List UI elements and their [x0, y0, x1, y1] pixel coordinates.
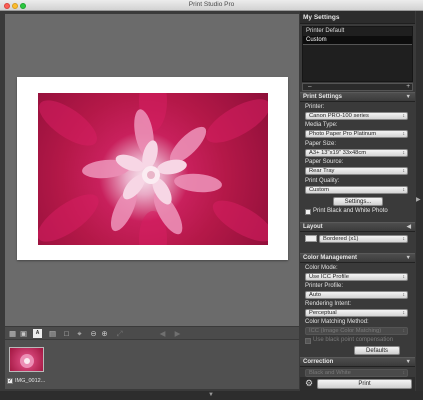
- dahlia-photo: [38, 93, 268, 245]
- prev-icon[interactable]: ◀: [158, 329, 167, 338]
- layout-select[interactable]: Bordered (x1) ↕: [319, 235, 408, 243]
- thumbnail[interactable]: [9, 347, 44, 372]
- window-title: Print Studio Pro: [188, 1, 235, 8]
- select-arrow-icon: ↕: [402, 131, 406, 137]
- select-arrow-icon: ↕: [402, 187, 406, 193]
- section-toggle-icon: ◀: [406, 224, 411, 230]
- select-arrow-icon: ↕: [402, 236, 406, 242]
- print-quality-select[interactable]: Custom ↕: [305, 186, 408, 194]
- color-matching-select[interactable]: ICC (Image Color Matching) ↕: [305, 327, 408, 335]
- print-button[interactable]: Print: [317, 379, 412, 389]
- color-management-header[interactable]: Color Management ▼: [300, 253, 415, 263]
- select-arrow-icon: ↕: [402, 328, 406, 334]
- thumbnail-checkbox[interactable]: ✓: [7, 378, 13, 384]
- print-bar: ⚙ Print: [300, 377, 415, 391]
- media-type-value: Photo Paper Pro Platinum: [309, 131, 377, 137]
- color-mode-value: Use ICC Profile: [309, 274, 349, 280]
- bpc-label: Use black point compensation: [313, 337, 394, 343]
- correction-select[interactable]: Black and White ↕: [305, 369, 408, 377]
- rendering-intent-label: Rendering Intent:: [305, 301, 352, 307]
- section-toggle-icon: ▼: [405, 94, 411, 100]
- correction-value: Black and White: [309, 370, 351, 376]
- bpc-checkbox[interactable]: [305, 338, 311, 344]
- my-settings-item-selected[interactable]: Custom: [303, 36, 412, 45]
- select-arrow-icon: ↕: [402, 370, 406, 376]
- select-arrow-icon: ↕: [402, 168, 406, 174]
- print-quality-label: Print Quality:: [305, 178, 340, 184]
- section-toggle-icon: ▼: [405, 255, 411, 261]
- select-arrow-icon: ↕: [402, 274, 406, 280]
- paper-size-label: Paper Size:: [305, 141, 337, 147]
- color-mode-select[interactable]: Use ICC Profile ↕: [305, 273, 408, 281]
- my-settings-controls: – +: [302, 83, 413, 91]
- rendering-intent-select[interactable]: Perceptual ↕: [305, 309, 408, 317]
- grid-view-icon[interactable]: ▦: [8, 329, 17, 338]
- expand-icon[interactable]: ⤢: [115, 329, 124, 338]
- a-text-icon[interactable]: A: [33, 328, 42, 338]
- paper-size-value: A3+ 13"x19" 33x48cm: [309, 150, 367, 156]
- layout-value: Bordered (x1): [323, 236, 359, 242]
- bw-photo-label: Print Black and White Photo: [313, 208, 388, 214]
- correction-title: Correction: [303, 359, 334, 365]
- add-setting-button[interactable]: +: [406, 83, 410, 90]
- printer-profile-value: Auto: [309, 292, 321, 298]
- next-icon[interactable]: ▶: [173, 329, 182, 338]
- thumbnail-label: IMG_0012...: [15, 378, 46, 384]
- bottom-bar: ▼: [0, 391, 423, 400]
- color-mode-label: Color Mode:: [305, 265, 338, 271]
- paper-source-select[interactable]: Rear Tray ↕: [305, 167, 408, 175]
- my-settings-list[interactable]: Printer Default Custom: [302, 26, 413, 82]
- color-management-title: Color Management: [303, 255, 358, 261]
- preview-toolbar: ▦ ▣ A ▤ □ ⌖ ⊖ ⊕ ⤢ ◀ ▶: [5, 327, 299, 339]
- defaults-button[interactable]: Defaults: [354, 346, 400, 355]
- chevron-down-icon[interactable]: ▼: [208, 392, 214, 398]
- bw-photo-checkbox[interactable]: [305, 209, 311, 215]
- settings-panel: My Settings Printer Default Custom – + P…: [300, 11, 415, 391]
- correction-header[interactable]: Correction ▼: [300, 357, 415, 367]
- zoom-in-icon[interactable]: ⊕: [100, 329, 109, 338]
- crop-icon[interactable]: □: [62, 329, 71, 338]
- remove-setting-button[interactable]: –: [308, 83, 312, 90]
- select-arrow-icon: ↕: [402, 113, 406, 119]
- image-icon[interactable]: ▤: [48, 329, 57, 338]
- layout-thumbnail-icon: [305, 235, 317, 242]
- settings-button[interactable]: Settings...: [333, 197, 383, 206]
- my-settings-header: My Settings: [300, 11, 415, 24]
- layout-title: Layout: [303, 224, 323, 230]
- paper-source-label: Paper Source:: [305, 159, 344, 165]
- zoom-out-icon[interactable]: ⊖: [89, 329, 98, 338]
- color-matching-value: ICC (Image Color Matching): [309, 328, 382, 334]
- select-arrow-icon: ↕: [402, 292, 406, 298]
- printer-label: Printer:: [305, 104, 325, 110]
- media-type-label: Media Type:: [305, 122, 338, 128]
- color-matching-label: Color Matching Method:: [305, 319, 369, 325]
- fit-view-icon[interactable]: ▣: [19, 329, 28, 338]
- my-settings-item[interactable]: Printer Default: [303, 27, 412, 36]
- print-settings-header[interactable]: Print Settings ▼: [300, 92, 415, 102]
- paper-source-value: Rear Tray: [309, 168, 335, 174]
- printer-value: Canon PRO-100 series: [309, 113, 369, 119]
- title-bar: Print Studio Pro: [0, 0, 423, 11]
- gear-icon[interactable]: ⚙: [305, 379, 313, 388]
- crop-tool-icon[interactable]: ⌖: [75, 329, 84, 338]
- select-arrow-icon: ↕: [402, 310, 406, 316]
- print-quality-value: Custom: [309, 187, 329, 193]
- thumbnail-image: [20, 354, 34, 368]
- layout-header[interactable]: Layout ◀: [300, 222, 415, 232]
- rendering-intent-value: Perceptual: [309, 310, 337, 316]
- select-arrow-icon: ↕: [402, 150, 406, 156]
- section-toggle-icon: ▼: [405, 359, 411, 365]
- printer-select[interactable]: Canon PRO-100 series ↕: [305, 112, 408, 120]
- printer-profile-label: Printer Profile:: [305, 283, 344, 289]
- printer-profile-select[interactable]: Auto ↕: [305, 291, 408, 299]
- print-studio-window: Print Studio Pro ▦ ▣ A ▤ □ ⌖ ⊖ ⊕ ⤢ ◀ ▶ ✓…: [0, 0, 423, 400]
- panel-collapse-icon[interactable]: ▶: [416, 196, 421, 203]
- media-type-select[interactable]: Photo Paper Pro Platinum ↕: [305, 130, 408, 138]
- print-settings-title: Print Settings: [303, 94, 343, 100]
- filmstrip: ✓ IMG_0012...: [5, 340, 299, 389]
- paper-size-select[interactable]: A3+ 13"x19" 33x48cm ↕: [305, 149, 408, 157]
- photo-preview[interactable]: [38, 93, 268, 245]
